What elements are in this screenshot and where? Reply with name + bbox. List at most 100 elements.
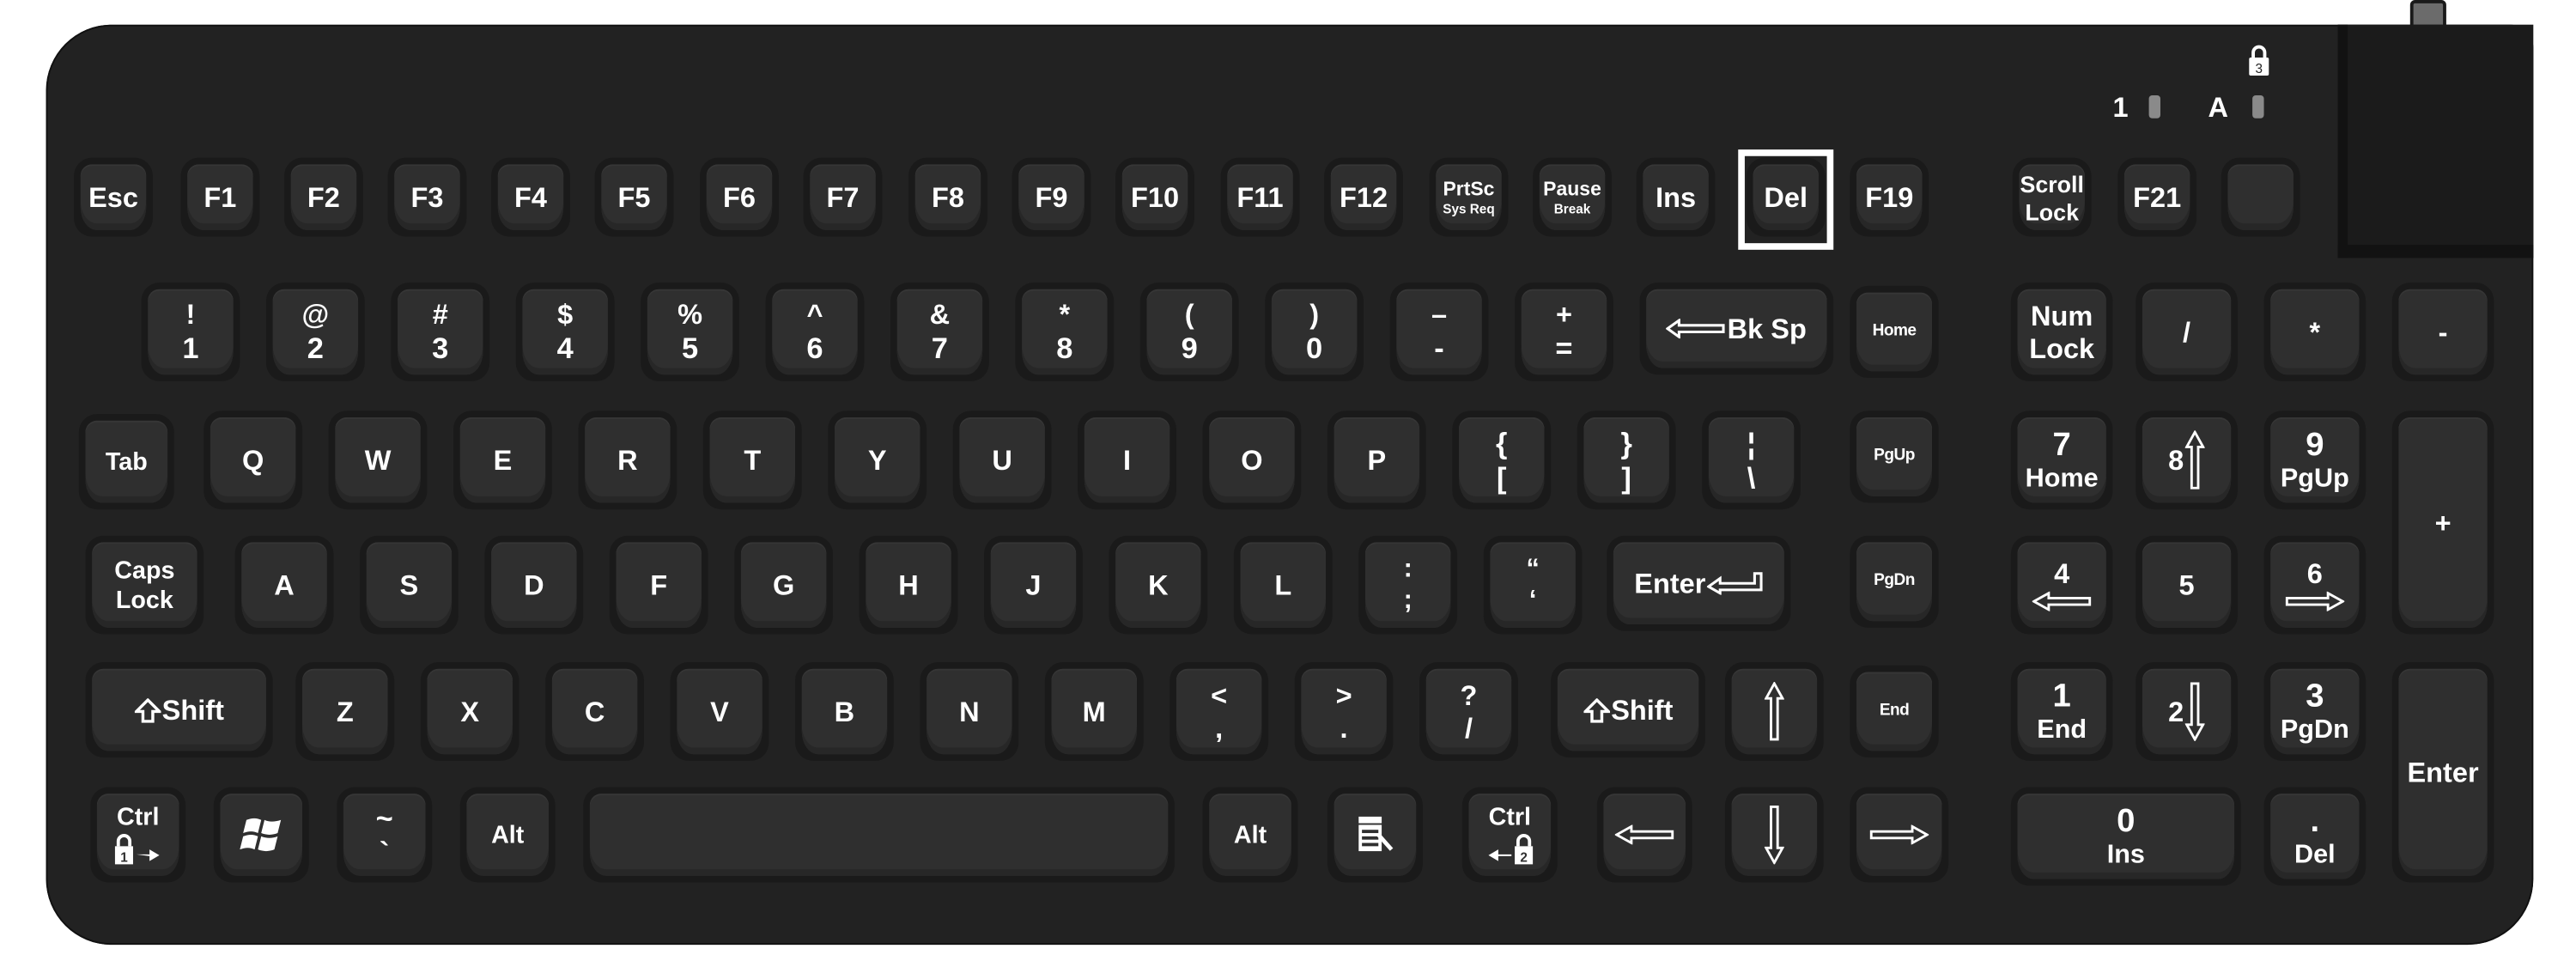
key-f3[interactable]: F3 — [387, 157, 467, 237]
key-numpad-decimal[interactable]: . Del — [2263, 787, 2366, 886]
key-f19[interactable]: F19 — [1850, 157, 1929, 237]
key-f1[interactable]: F1 — [180, 157, 260, 237]
key-esc[interactable]: Esc — [74, 157, 153, 237]
key-tilde[interactable]: ~ ` — [337, 787, 433, 883]
key-shift-right[interactable]: Shift — [1551, 662, 1706, 758]
key-5[interactable]: % 5 — [641, 283, 739, 381]
key-i[interactable]: I — [1078, 411, 1176, 510]
key-slash[interactable]: ? / — [1419, 662, 1518, 761]
key-f10[interactable]: F10 — [1115, 157, 1194, 237]
key-prtsc-sysreq[interactable]: PrtSc Sys Req — [1429, 157, 1509, 237]
key-pgdn[interactable]: PgDn — [1850, 535, 1939, 628]
key-backslash[interactable]: ¦ \ — [1702, 411, 1801, 510]
key-a[interactable]: A — [234, 535, 334, 635]
key-blank[interactable] — [2221, 157, 2300, 237]
key-space[interactable] — [583, 787, 1176, 883]
key-arrow-up[interactable] — [1724, 662, 1824, 761]
key-6[interactable]: ^ 6 — [765, 283, 865, 381]
key-8[interactable]: * 8 — [1015, 283, 1115, 381]
key-n[interactable]: N — [920, 662, 1019, 761]
key-s[interactable]: S — [360, 535, 459, 635]
key-4[interactable]: $4 — [515, 283, 615, 381]
key-ctrl-left[interactable]: Ctrl 1 — [90, 787, 186, 883]
key-v[interactable]: V — [670, 662, 769, 761]
key-numpad-6[interactable]: 6 — [2263, 535, 2366, 635]
key-y[interactable]: Y — [828, 411, 927, 510]
key-numpad-enter[interactable]: Enter — [2391, 662, 2494, 883]
key-alt-right[interactable]: Alt — [1202, 787, 1298, 883]
key-blank[interactable]: + = — [1515, 283, 1613, 381]
key-f7[interactable]: F7 — [803, 157, 883, 237]
key-period[interactable]: >. — [1294, 662, 1394, 761]
key-f5[interactable]: F5 — [594, 157, 674, 237]
key-g[interactable]: G — [734, 535, 834, 635]
key-m[interactable]: M — [1044, 662, 1144, 761]
key-2[interactable]: @2 — [265, 283, 365, 381]
key-f9[interactable]: F9 — [1012, 157, 1091, 237]
key-x[interactable]: X — [420, 662, 519, 761]
key-numpad-plus[interactable]: + — [2391, 411, 2494, 635]
key-ctrl-right[interactable]: Ctrl 2 — [1461, 787, 1558, 883]
key-bracket-left[interactable]: {[ — [1452, 411, 1552, 510]
key-quote[interactable]: “‘ — [1483, 535, 1583, 635]
key-numpad-multiply[interactable]: * — [2263, 283, 2366, 381]
key-numpad-4[interactable]: 4 — [2010, 535, 2113, 635]
key-w[interactable]: W — [328, 411, 428, 510]
key-arrow-down[interactable] — [1724, 787, 1824, 883]
key-scroll-lock[interactable]: Scroll Lock — [2012, 157, 2092, 237]
key-e[interactable]: E — [453, 411, 552, 510]
key-f4[interactable]: F4 — [491, 157, 570, 237]
key-f12[interactable]: F12 — [1324, 157, 1403, 237]
key-3[interactable]: #3 — [391, 283, 490, 381]
key-f[interactable]: F — [609, 535, 708, 635]
key-numpad-8[interactable]: 8 — [2136, 411, 2238, 510]
key-shift-left[interactable]: Shift — [85, 662, 273, 758]
key-numpad-0[interactable]: 0 Ins — [2010, 787, 2241, 886]
key-tab[interactable]: Tab — [78, 414, 174, 510]
key-comma[interactable]: <, — [1170, 662, 1269, 761]
key-0[interactable]: ) 0 — [1265, 283, 1364, 381]
key-pause-break[interactable]: Pause Break — [1533, 157, 1612, 237]
key-caps-lock[interactable]: Caps Lock — [85, 535, 204, 635]
key-numpad-1[interactable]: 1 End — [2010, 662, 2113, 761]
key-numpad-5[interactable]: 5 — [2136, 535, 2238, 635]
key-semicolon[interactable]: :; — [1358, 535, 1458, 635]
key-f21[interactable]: F21 — [2117, 157, 2197, 237]
key-d[interactable]: D — [484, 535, 584, 635]
key-f8[interactable]: F8 — [908, 157, 987, 237]
key-blank[interactable]: – - — [1389, 283, 1489, 381]
key-pgup[interactable]: PgUp — [1850, 411, 1939, 503]
key-t[interactable]: T — [702, 411, 802, 510]
key-7[interactable]: & 7 — [890, 283, 989, 381]
key-num-lock[interactable]: Num Lock — [2010, 283, 2113, 381]
key-c[interactable]: C — [545, 662, 645, 761]
key-j[interactable]: J — [984, 535, 1083, 635]
key-numpad-7[interactable]: 7 Home — [2010, 411, 2113, 510]
key-u[interactable]: U — [952, 411, 1052, 510]
key-z[interactable]: Z — [295, 662, 395, 761]
key-o[interactable]: O — [1202, 411, 1302, 510]
key-numpad-minus[interactable]: - — [2391, 283, 2494, 381]
key-end[interactable]: End — [1850, 665, 1939, 758]
key-enter[interactable]: Enter — [1607, 535, 1791, 631]
key-k[interactable]: K — [1109, 535, 1208, 635]
key-numpad-3[interactable]: 3 PgDn — [2263, 662, 2366, 761]
key-f11[interactable]: F11 — [1220, 157, 1300, 237]
key-arrow-right[interactable] — [1850, 787, 1949, 883]
key-bracket-right[interactable]: }] — [1577, 411, 1676, 510]
key-f6[interactable]: F6 — [700, 157, 779, 237]
key-l[interactable]: L — [1233, 535, 1333, 635]
key-numpad-9[interactable]: 9 PgUp — [2263, 411, 2366, 510]
key-r[interactable]: R — [578, 411, 677, 510]
key-f2[interactable]: F2 — [284, 157, 363, 237]
key-q[interactable]: Q — [204, 411, 303, 510]
key-backspace[interactable]: Bk Sp — [1639, 283, 1834, 375]
key-alt-left[interactable]: Alt — [459, 787, 556, 883]
key-menu[interactable] — [1327, 787, 1423, 883]
key-p[interactable]: P — [1327, 411, 1426, 510]
key-home[interactable]: Home — [1850, 285, 1939, 379]
key-ins[interactable]: Ins — [1636, 157, 1716, 237]
key-b[interactable]: B — [795, 662, 894, 761]
key-numpad-divide[interactable]: / — [2136, 283, 2238, 381]
key-arrow-left[interactable] — [1596, 787, 1692, 883]
